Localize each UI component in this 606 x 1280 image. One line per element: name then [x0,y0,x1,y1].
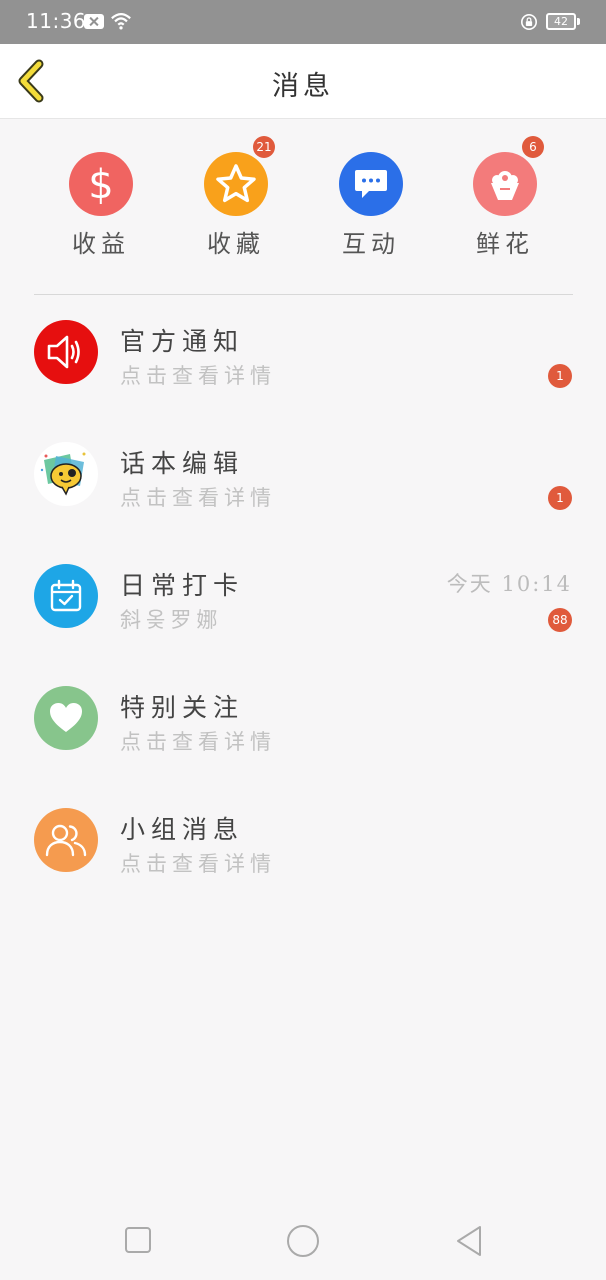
notification-x-icon [84,14,104,29]
list-item-story-editor[interactable]: 话本编辑 点击查看详情 1 [0,442,606,542]
list-item-daily-checkin[interactable]: 日常打卡 斜옺罗娜 今天 10:14 88 [0,564,606,664]
heart-icon [34,686,98,750]
favorites-badge: 21 [253,136,275,158]
flowers-badge: 6 [522,136,544,158]
category-interaction[interactable]: 互动 [316,152,426,259]
unread-badge: 1 [548,364,572,388]
unread-badge: 1 [548,486,572,510]
divider [34,294,573,295]
group-icon [34,808,98,872]
message-title: 特别关注 [120,693,245,722]
category-label: 鲜花 [476,230,534,258]
category-label: 互动 [342,230,400,258]
system-nav-bar [0,1200,606,1280]
list-item-special-follow[interactable]: 特别关注 点击查看详情 [0,686,606,786]
category-favorites[interactable]: 收藏 21 [181,136,291,259]
star-icon [204,152,268,216]
unread-badge: 88 [548,608,572,632]
status-bar: 11:36 42 [0,0,606,44]
rotation-lock-icon [520,13,538,31]
header-bar: 消息 [0,44,606,119]
circle-icon[interactable] [286,1224,320,1258]
battery-icon: 42 [546,13,580,30]
triangle-back-icon[interactable] [454,1224,484,1258]
message-time: 今天 10:14 [446,572,572,596]
category-earnings[interactable]: $ 收益 [46,152,156,259]
status-time: 11:36 [26,9,87,33]
category-label: 收益 [72,230,130,258]
message-title: 小组消息 [120,815,245,844]
message-subtitle: 斜옺罗娜 [120,608,223,632]
list-item-official-notice[interactable]: 官方通知 点击查看详情 1 [0,320,606,420]
message-title: 日常打卡 [120,571,245,600]
wifi-icon [111,13,131,30]
category-label: 收藏 [207,230,265,258]
category-flowers[interactable]: 鲜花 6 [450,136,560,259]
message-title: 官方通知 [120,327,245,356]
calendar-check-icon [34,564,98,628]
message-title: 话本编辑 [120,449,245,478]
chat-bubble-icon [339,152,403,216]
dollar-icon: $ [69,152,133,216]
message-subtitle: 点击查看详情 [120,486,276,510]
message-subtitle: 点击查看详情 [120,852,276,876]
speaker-icon [34,320,98,384]
square-icon[interactable] [124,1226,152,1254]
flower-icon [473,152,537,216]
svg-text:$: $ [88,162,113,206]
message-subtitle: 点击查看详情 [120,364,276,388]
message-subtitle: 点击查看详情 [120,730,276,754]
list-item-group-messages[interactable]: 小组消息 点击查看详情 [0,808,606,908]
page-title: 消息 [272,71,334,102]
editor-avatar-icon [34,442,98,506]
